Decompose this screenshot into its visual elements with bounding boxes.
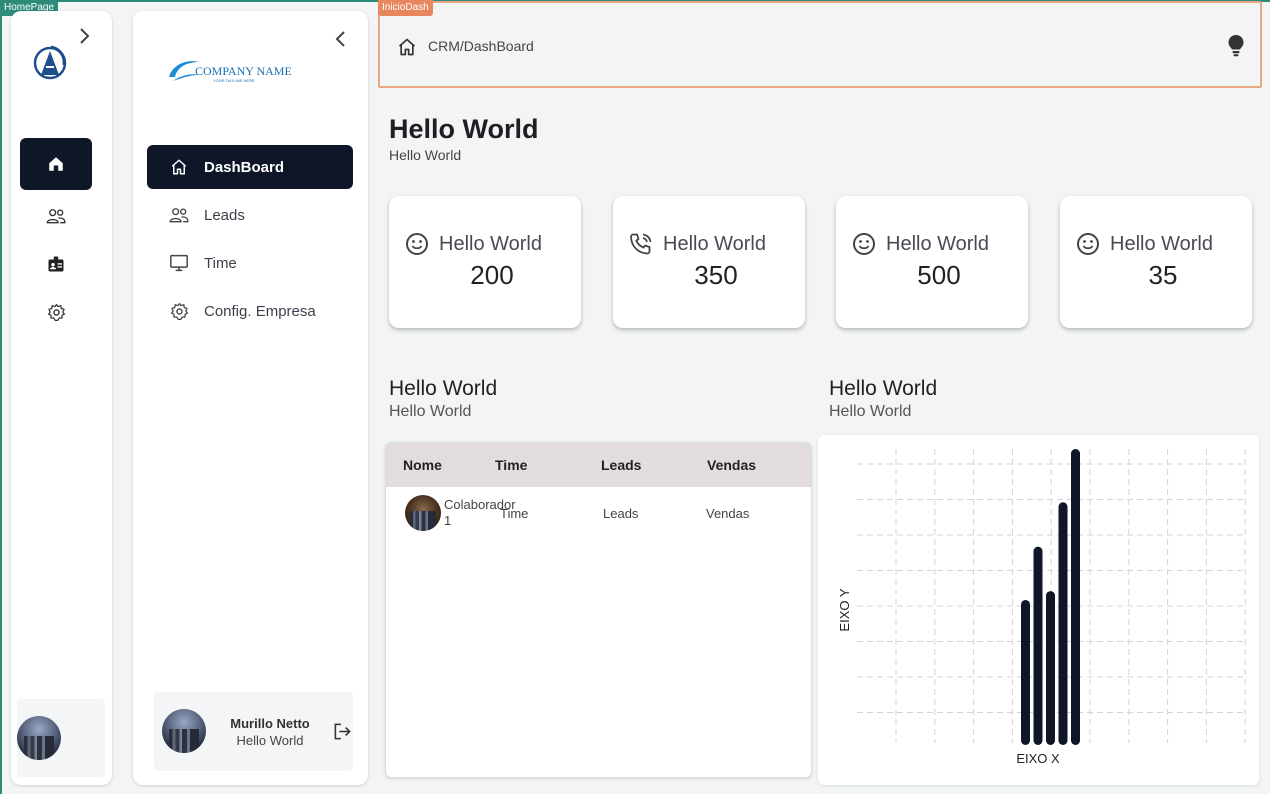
smile-icon: [405, 232, 429, 256]
stat-card-title: Hello World: [439, 232, 542, 255]
chart-bar[interactable]: [1058, 502, 1068, 745]
app-logo: [31, 41, 75, 85]
chart-bar[interactable]: [1071, 449, 1080, 745]
collaborators-table: Nome Time Leads Vendas Colaborador 1 Tim…: [385, 442, 812, 778]
stat-card[interactable]: Hello World 350: [613, 196, 805, 328]
avatar: [405, 495, 441, 531]
home-icon: [49, 157, 63, 171]
chevron-left-icon: [335, 31, 345, 47]
column-header-nome[interactable]: Nome: [403, 457, 495, 473]
stat-card-value: 500: [917, 260, 961, 290]
home-icon: [169, 157, 189, 177]
page-title: Hello World: [389, 114, 539, 144]
stat-card-value: 350: [694, 260, 738, 290]
users-icon: [169, 205, 189, 225]
sidebar-item-label: DashBoard: [204, 158, 285, 176]
user-role: Hello World: [236, 733, 304, 748]
logout-icon: [334, 723, 351, 739]
company-logo: COMPANY NAME YOUR TAGLINE HERE: [167, 53, 292, 87]
chart-bar[interactable]: [1021, 599, 1030, 745]
bar-chart: EIXO X EIXO Y: [837, 449, 1246, 766]
chevron-right-icon: [80, 28, 90, 44]
breadcrumb[interactable]: CRM/DashBoard: [428, 38, 534, 54]
user-card: Murillo Netto Hello World: [154, 692, 353, 771]
stat-card[interactable]: Hello World 500: [836, 196, 1028, 328]
company-tagline-text: YOUR TAGLINE HERE: [213, 78, 255, 83]
phone-call-icon: [629, 232, 653, 256]
monitor-icon: [169, 253, 189, 273]
stat-card[interactable]: Hello World 35: [1060, 196, 1252, 328]
table-header: Nome Time Leads Vendas: [386, 443, 811, 487]
expand-sidebar-button[interactable]: [75, 25, 93, 47]
stat-card-title: Hello World: [886, 232, 989, 255]
sidebar-item-leads[interactable]: Leads: [147, 193, 353, 237]
rail-user-box[interactable]: [17, 699, 105, 777]
stat-card-title: Hello World: [663, 232, 766, 255]
sidebar-item-time[interactable]: Time: [147, 241, 353, 285]
chart-bars: [1021, 449, 1080, 745]
sidebar-item-label: Time: [204, 254, 237, 272]
column-header-vendas[interactable]: Vendas: [707, 457, 756, 473]
logout-button[interactable]: [332, 721, 352, 741]
smile-icon: [852, 232, 876, 256]
stat-card-value: 200: [470, 260, 514, 290]
cell-vendas: Vendas: [706, 505, 750, 521]
users-icon: [46, 209, 66, 224]
avatar: [17, 716, 61, 760]
table-section-title: Hello World: [389, 377, 498, 400]
cell-leads: Leads: [603, 505, 639, 521]
stat-card-title: Hello World: [1110, 232, 1213, 255]
sidebar-nav: DashBoard Leads Time Config. Empresa: [147, 145, 353, 337]
iniciodash-tag: InicioDash: [378, 0, 433, 16]
sidebar-item-label: Leads: [204, 206, 245, 224]
rail-item-home[interactable]: [20, 138, 92, 190]
cell-nome: Colaborador 1: [444, 497, 516, 528]
stat-card[interactable]: Hello World 200: [389, 196, 581, 328]
topbar: CRM/DashBoard: [378, 1, 1262, 88]
y-axis-label: EIXO Y: [837, 588, 852, 631]
chart-bar[interactable]: [1033, 546, 1043, 745]
cell-time: Time: [500, 505, 529, 521]
sidebar-item-config-empresa[interactable]: Config. Empresa: [147, 289, 353, 333]
sidebar-item-label: Config. Empresa: [204, 302, 316, 320]
chart-section-title: Hello World: [829, 377, 938, 400]
page-subtitle: Hello World: [389, 147, 462, 163]
column-header-leads[interactable]: Leads: [601, 457, 707, 473]
chart-bar[interactable]: [1046, 591, 1055, 745]
smile-icon: [1076, 232, 1100, 256]
rail-item-settings[interactable]: [20, 286, 92, 338]
company-name-text: COMPANY NAME: [195, 64, 291, 78]
user-name: Murillo Netto: [230, 716, 310, 731]
sidebar: COMPANY NAME YOUR TAGLINE HERE DashBoard…: [133, 11, 368, 785]
mini-rail: [11, 11, 112, 785]
gear-icon: [47, 303, 65, 321]
bar-chart-card: EIXO X EIXO Y: [818, 435, 1259, 785]
lightbulb-icon: [1228, 35, 1244, 57]
stat-card-value: 35: [1148, 260, 1178, 290]
table-row[interactable]: Colaborador 1 Time Leads Vendas: [386, 487, 811, 539]
badge-icon: [48, 256, 64, 272]
rail-item-badge[interactable]: [20, 238, 92, 290]
sidebar-item-dashboard[interactable]: DashBoard: [147, 145, 353, 189]
x-axis-label: EIXO X: [1016, 751, 1060, 766]
chart-section-subtitle: Hello World: [829, 403, 912, 420]
gear-icon: [169, 301, 189, 321]
rail-item-users[interactable]: [20, 190, 92, 242]
avatar[interactable]: [162, 709, 206, 753]
column-header-time[interactable]: Time: [495, 457, 601, 473]
theme-toggle-button[interactable]: [1227, 34, 1245, 63]
table-section-subtitle: Hello World: [389, 403, 472, 420]
collapse-sidebar-button[interactable]: [329, 27, 353, 51]
home-icon[interactable]: [397, 37, 417, 62]
